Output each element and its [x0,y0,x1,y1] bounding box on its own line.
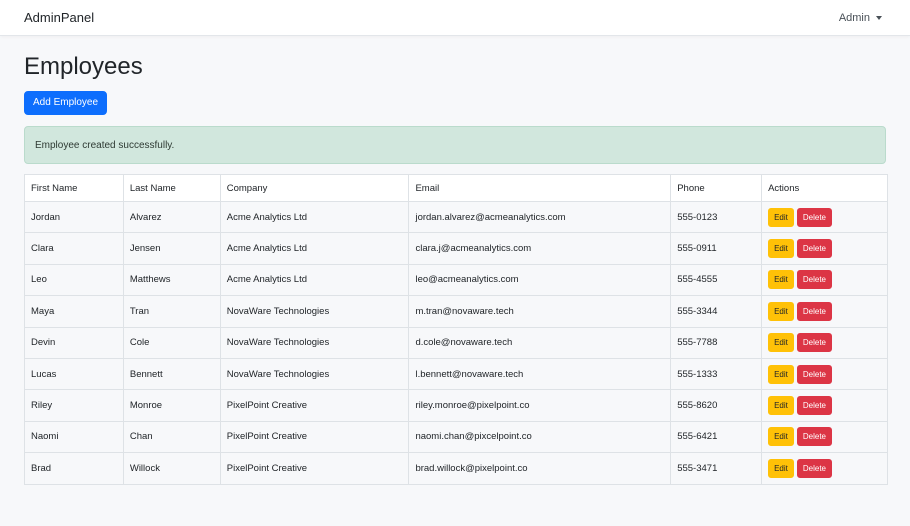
cell-actions: Edit Delete [761,263,888,297]
cell-actions: Edit Delete [761,357,888,391]
cell-company: NovaWare Technologies [219,357,410,391]
edit-button[interactable]: Edit [768,270,794,290]
edit-button[interactable]: Edit [768,396,794,416]
cell-phone: 555-3471 [670,452,763,485]
cell-email: jordan.alvarez@acmeanalytics.com [408,200,672,234]
delete-button[interactable]: Delete [796,239,832,259]
cell-company: PixelPoint Creative [219,389,410,422]
header-phone: Phone [670,174,763,202]
delete-button[interactable]: Delete [796,333,832,353]
cell-email: clara.j@acmeanalytics.com [408,232,672,265]
cell-email: l.bennett@novaware.tech [408,357,672,391]
header-email: Email [408,174,672,202]
delete-button[interactable]: Delete [796,458,832,478]
header-actions: Actions [761,174,888,202]
delete-button[interactable]: Delete [796,207,832,227]
table-row: Lucas Bennett NovaWare Technologies l.be… [24,357,888,391]
table-row: Leo Matthews Acme Analytics Ltd leo@acme… [24,263,888,297]
cell-first-name: Maya [24,295,124,328]
cell-phone: 555-3344 [670,295,763,328]
cell-actions: Edit Delete [761,295,888,328]
cell-company: PixelPoint Creative [219,420,410,454]
cell-first-name: Naomi [24,420,124,454]
cell-last-name: Tran [122,295,221,328]
delete-button[interactable]: Delete [796,427,832,447]
cell-company: PixelPoint Creative [219,452,410,485]
delete-button[interactable]: Delete [796,396,832,416]
header-last-name: Last Name [122,174,221,202]
cell-last-name: Chan [122,420,221,454]
cell-first-name: Devin [24,326,124,359]
cell-phone: 555-1333 [670,357,763,391]
add-employee-button[interactable]: Add Employee [24,91,108,115]
header-first-name: First Name [24,174,124,202]
employees-table: First Name Last Name Company Email Phone… [24,174,888,485]
cell-email: brad.willock@pixelpoint.co [408,452,672,485]
cell-company: NovaWare Technologies [219,295,410,328]
cell-first-name: Brad [24,452,124,485]
cell-last-name: Alvarez [122,200,221,234]
user-menu-label: Admin [838,11,870,24]
cell-actions: Edit Delete [761,389,888,422]
cell-email: naomi.chan@pixcelpoint.co [408,420,672,454]
table-row: Naomi Chan PixelPoint Creative naomi.cha… [24,420,888,454]
page-title: Employees [24,53,143,80]
cell-email: riley.monroe@pixelpoint.co [408,389,672,422]
cell-company: Acme Analytics Ltd [219,200,410,234]
main-content: Employees Add Employee Employee created … [0,52,910,485]
header-company: Company [219,174,410,202]
cell-last-name: Monroe [122,389,221,422]
cell-company: Acme Analytics Ltd [219,263,410,297]
cell-actions: Edit Delete [761,420,888,454]
delete-button[interactable]: Delete [796,270,832,290]
cell-last-name: Willock [122,452,221,485]
edit-button[interactable]: Edit [768,239,794,259]
cell-first-name: Leo [24,263,124,297]
cell-email: d.cole@novaware.tech [408,326,672,359]
cell-first-name: Lucas [24,357,124,391]
cell-last-name: Jensen [122,232,221,265]
cell-first-name: Clara [24,232,124,265]
delete-button[interactable]: Delete [796,301,832,321]
cell-email: leo@acmeanalytics.com [408,263,672,297]
table-row: Devin Cole NovaWare Technologies d.cole@… [24,326,888,359]
cell-last-name: Cole [122,326,221,359]
cell-phone: 555-0123 [670,200,763,234]
user-menu-dropdown[interactable]: Admin [839,12,882,24]
cell-company: NovaWare Technologies [219,326,410,359]
delete-button[interactable]: Delete [796,364,832,384]
cell-first-name: Riley [24,389,124,422]
cell-first-name: Jordan [24,200,124,234]
brand-logo[interactable]: AdminPanel [24,10,94,25]
table-row: Riley Monroe PixelPoint Creative riley.m… [24,389,888,422]
top-navbar: AdminPanel Admin [0,0,910,36]
cell-last-name: Matthews [122,263,221,297]
edit-button[interactable]: Edit [768,364,794,384]
cell-phone: 555-8620 [670,389,763,422]
table-row: Jordan Alvarez Acme Analytics Ltd jordan… [24,200,888,234]
caret-down-icon [876,15,882,20]
success-alert: Employee created successfully. [24,126,886,164]
cell-actions: Edit Delete [761,232,888,265]
cell-actions: Edit Delete [761,326,888,359]
cell-last-name: Bennett [122,357,221,391]
edit-button[interactable]: Edit [768,458,794,478]
table-row: Clara Jensen Acme Analytics Ltd clara.j@… [24,232,888,265]
cell-company: Acme Analytics Ltd [219,232,410,265]
cell-phone: 555-7788 [670,326,763,359]
table-row: Brad Willock PixelPoint Creative brad.wi… [24,452,888,485]
edit-button[interactable]: Edit [768,427,794,447]
table-row: Maya Tran NovaWare Technologies m.tran@n… [24,295,888,328]
edit-button[interactable]: Edit [768,207,794,227]
edit-button[interactable]: Edit [768,333,794,353]
cell-actions: Edit Delete [761,200,888,234]
cell-email: m.tran@novaware.tech [408,295,672,328]
cell-phone: 555-6421 [670,420,763,454]
cell-phone: 555-4555 [670,263,763,297]
alert-message: Employee created successfully. [35,139,175,151]
table-header-row: First Name Last Name Company Email Phone… [24,174,888,202]
edit-button[interactable]: Edit [768,301,794,321]
cell-actions: Edit Delete [761,452,888,485]
cell-phone: 555-0911 [670,232,763,265]
